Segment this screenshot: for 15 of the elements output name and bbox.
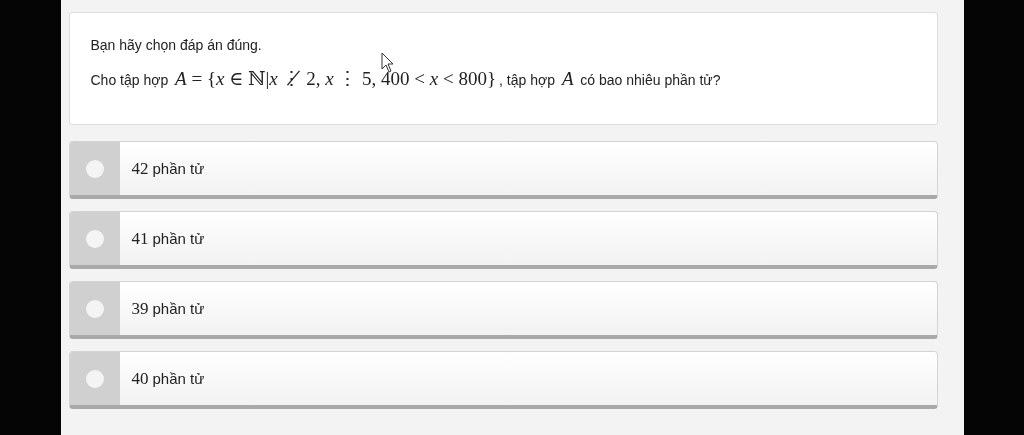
radio-button[interactable]	[85, 369, 104, 388]
mouse-cursor-icon	[380, 52, 395, 74]
option-label: 40 phần tử	[131, 368, 205, 389]
option-label: 39 phần tử	[131, 298, 205, 319]
instruction-text: Bạn hãy chọn đáp án đúng.	[90, 37, 263, 53]
question-text: Cho tập hợp A = {x ∈ ℕ|x ⋮̸ 2, x ⋮ 5, 400 < x < 800}, tập hợp A có bao nhiêu phần tử?	[90, 67, 722, 90]
answer-option[interactable]: 42 phần tử	[68, 141, 938, 199]
radio-button[interactable]	[85, 159, 104, 178]
radio-button[interactable]	[85, 299, 104, 318]
radio-button[interactable]	[85, 229, 104, 248]
option-label: 42 phần tử	[131, 158, 205, 179]
option-label: 41 phần tử	[131, 228, 205, 249]
answer-option[interactable]: 40 phần tử	[68, 351, 938, 409]
answer-option[interactable]: 39 phần tử	[68, 281, 938, 339]
answer-option[interactable]: 41 phần tử	[68, 211, 938, 269]
